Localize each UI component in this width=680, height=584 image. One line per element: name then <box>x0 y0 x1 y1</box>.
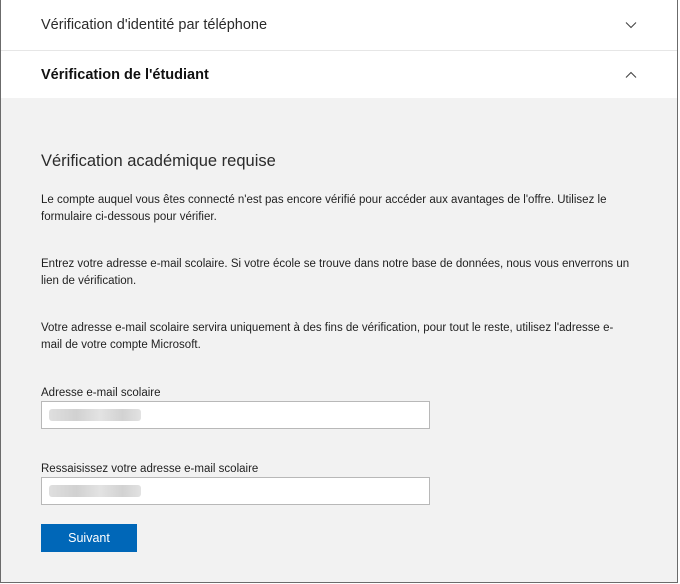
section-heading: Vérification académique requise <box>41 152 276 170</box>
school-email-field-wrapper <box>41 401 430 429</box>
email-usage-notice: Votre adresse e-mail scolaire servira un… <box>41 322 614 351</box>
school-email-input[interactable] <box>41 401 430 429</box>
confirm-email-input[interactable] <box>41 477 430 505</box>
accordion-phone-verification[interactable]: Vérification d'identité par téléphone <box>1 0 677 51</box>
accordion-student-title: Vérification de l'étudiant <box>41 66 209 83</box>
confirm-email-label: Ressaisissez votre adresse e-mail scolai… <box>41 463 259 475</box>
school-email-label: Adresse e-mail scolaire <box>41 387 161 399</box>
next-button[interactable]: Suivant <box>41 524 137 552</box>
chevron-up-icon[interactable] <box>625 69 637 81</box>
verification-panel: Vérification d'identité par téléphone Vé… <box>0 0 678 583</box>
accordion-phone-title: Vérification d'identité par téléphone <box>41 17 268 33</box>
enter-email-instructions: Entrez votre adresse e-mail scolaire. Si… <box>41 258 630 287</box>
student-verification-content: Vérification académique requise Le compt… <box>1 150 677 552</box>
confirm-email-field-wrapper <box>41 477 430 505</box>
account-not-verified-text: Le compte auquel vous êtes connecté n'es… <box>41 194 607 223</box>
accordion-student-verification[interactable]: Vérification de l'étudiant <box>1 51 677 98</box>
chevron-down-icon[interactable] <box>625 19 637 31</box>
